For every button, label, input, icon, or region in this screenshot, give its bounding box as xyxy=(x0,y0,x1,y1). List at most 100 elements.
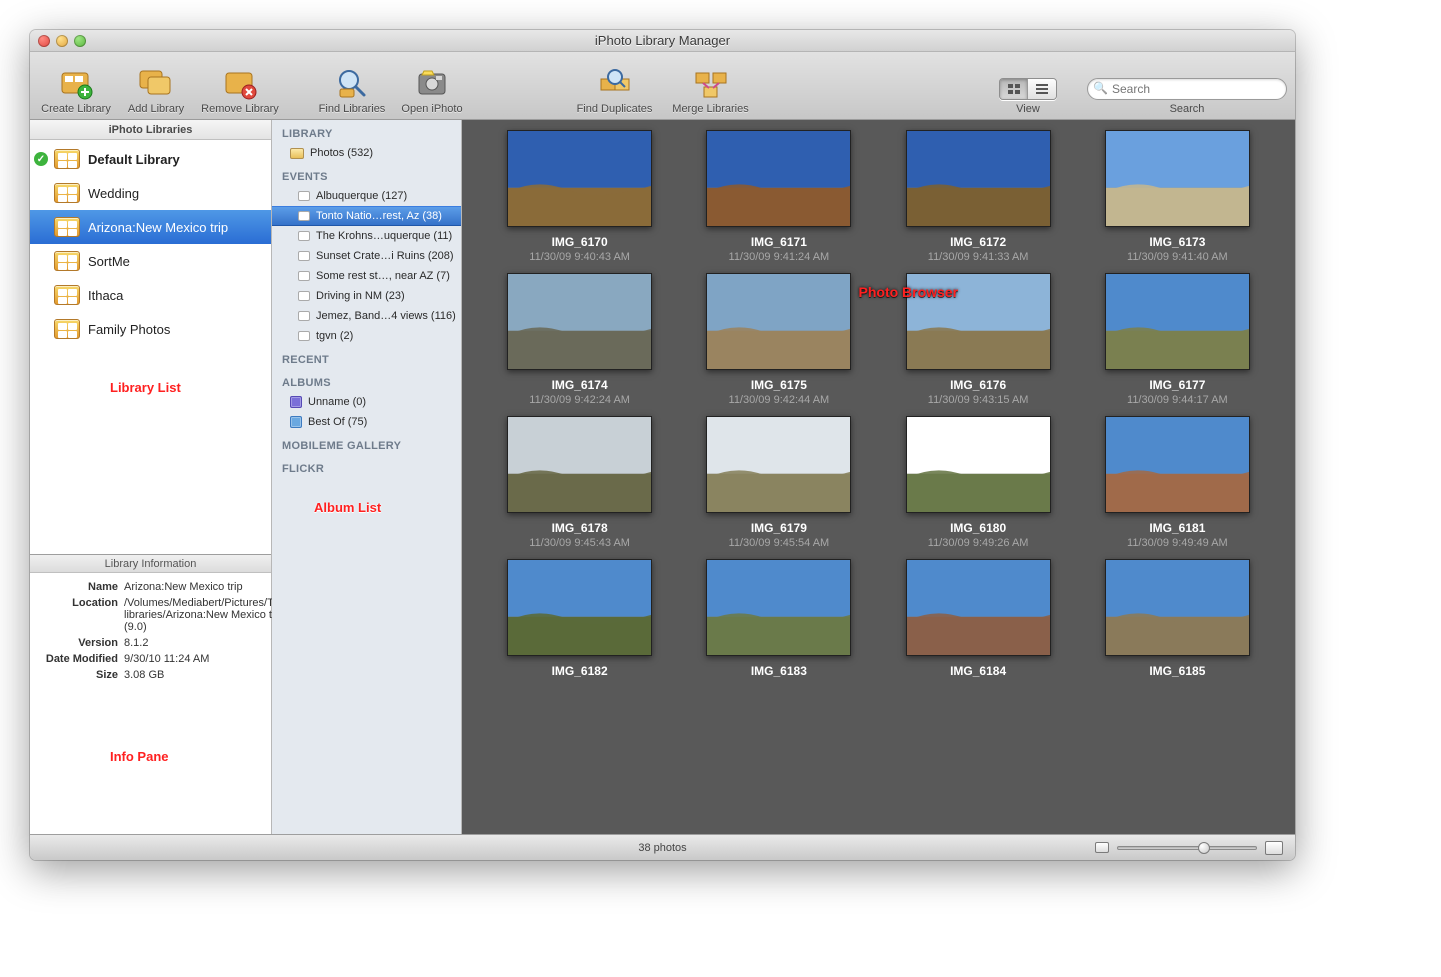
annotation-library-list: Library List xyxy=(110,380,181,395)
library-row[interactable]: Arizona:New Mexico trip xyxy=(30,210,271,244)
photo-date: 11/30/09 9:40:43 AM xyxy=(529,251,630,263)
event-icon xyxy=(298,331,310,341)
open-iphoto-button[interactable]: Open iPhoto xyxy=(400,65,464,115)
event-row[interactable]: Tonto Natio…rest, Az (38) xyxy=(272,206,461,226)
info-pane-header: Library Information xyxy=(30,555,271,573)
album-row[interactable]: Best Of (75) xyxy=(272,412,461,432)
library-row[interactable]: Family Photos xyxy=(30,312,271,346)
section-albums: ALBUMS xyxy=(272,369,461,392)
library-row[interactable]: Wedding xyxy=(30,176,271,210)
library-list-header: iPhoto Libraries xyxy=(30,120,271,140)
add-library-button[interactable]: Add Library xyxy=(124,65,188,115)
event-label: The Krohns…uquerque (11) xyxy=(316,230,452,242)
library-list-pane: iPhoto Libraries ✓Default LibraryWedding… xyxy=(30,120,272,834)
photo-cell[interactable]: IMG_617311/30/09 9:41:40 AM xyxy=(1090,130,1265,263)
photo-thumbnail[interactable] xyxy=(906,416,1051,513)
annotation-info-pane: Info Pane xyxy=(110,749,169,764)
photo-thumbnail[interactable] xyxy=(906,559,1051,656)
photo-thumbnail[interactable] xyxy=(507,416,652,513)
photo-name: IMG_6185 xyxy=(1149,664,1205,678)
toolbar: Create Library Add Library Remove Librar… xyxy=(30,52,1295,120)
photo-date: 11/30/09 9:42:44 AM xyxy=(729,394,830,406)
library-row[interactable]: ✓Default Library xyxy=(30,142,271,176)
album-row[interactable]: Unname (0) xyxy=(272,392,461,412)
source-photos[interactable]: Photos (532) xyxy=(272,143,461,163)
event-row[interactable]: tgvn (2) xyxy=(272,326,461,346)
photo-cell[interactable]: IMG_6183 xyxy=(691,559,866,678)
find-libraries-button[interactable]: Find Libraries xyxy=(314,65,390,115)
photo-name: IMG_6181 xyxy=(1149,521,1205,535)
library-row[interactable]: Ithaca xyxy=(30,278,271,312)
library-icon xyxy=(54,149,80,169)
photo-thumbnail[interactable] xyxy=(706,416,851,513)
info-pane: Library Information NameArizona:New Mexi… xyxy=(30,554,271,834)
photo-cell[interactable]: IMG_617711/30/09 9:44:17 AM xyxy=(1090,273,1265,406)
event-row[interactable]: Jemez, Band…4 views (116) xyxy=(272,306,461,326)
photo-cell[interactable]: IMG_617411/30/09 9:42:24 AM xyxy=(492,273,667,406)
photo-date: 11/30/09 9:45:43 AM xyxy=(529,537,630,549)
create-library-button[interactable]: Create Library xyxy=(38,65,114,115)
photo-name: IMG_6183 xyxy=(751,664,807,678)
merge-libraries-button[interactable]: Merge Libraries xyxy=(668,65,754,115)
library-icon xyxy=(54,183,80,203)
add-library-icon xyxy=(138,65,174,101)
photo-cell[interactable]: IMG_617211/30/09 9:41:33 AM xyxy=(891,130,1066,263)
zoom-slider-thumb[interactable] xyxy=(1198,842,1210,854)
photo-browser[interactable]: Photo Browser IMG_617011/30/09 9:40:43 A… xyxy=(462,120,1295,834)
photo-cell[interactable]: IMG_617811/30/09 9:45:43 AM xyxy=(492,416,667,549)
zoom-icon[interactable] xyxy=(74,35,86,47)
photo-thumbnail[interactable] xyxy=(507,559,652,656)
event-row[interactable]: Some rest st…, near AZ (7) xyxy=(272,266,461,286)
photo-thumbnail[interactable] xyxy=(1105,273,1250,370)
photo-cell[interactable]: IMG_617511/30/09 9:42:44 AM xyxy=(691,273,866,406)
event-label: Sunset Crate…i Ruins (208) xyxy=(316,250,454,262)
open-iphoto-icon xyxy=(414,65,450,101)
photo-date: 11/30/09 9:49:26 AM xyxy=(928,537,1029,549)
event-row[interactable]: The Krohns…uquerque (11) xyxy=(272,226,461,246)
photo-thumbnail[interactable] xyxy=(507,130,652,227)
close-icon[interactable] xyxy=(38,35,50,47)
remove-library-button[interactable]: Remove Library xyxy=(198,65,282,115)
search-input[interactable] xyxy=(1087,78,1287,100)
library-name: SortMe xyxy=(88,254,130,269)
photo-thumbnail[interactable] xyxy=(1105,559,1250,656)
photo-cell[interactable]: IMG_618111/30/09 9:49:49 AM xyxy=(1090,416,1265,549)
photo-thumbnail[interactable] xyxy=(1105,416,1250,513)
event-row[interactable]: Sunset Crate…i Ruins (208) xyxy=(272,246,461,266)
photo-thumbnail[interactable] xyxy=(706,130,851,227)
event-row[interactable]: Driving in NM (23) xyxy=(272,286,461,306)
zoom-slider[interactable] xyxy=(1117,846,1257,850)
find-duplicates-button[interactable]: Find Duplicates xyxy=(572,65,658,115)
minimize-icon[interactable] xyxy=(56,35,68,47)
album-icon xyxy=(290,396,302,408)
photo-cell[interactable]: IMG_6185 xyxy=(1090,559,1265,678)
merge-libraries-icon xyxy=(693,65,729,101)
photo-cell[interactable]: IMG_617111/30/09 9:41:24 AM xyxy=(691,130,866,263)
photo-date: 11/30/09 9:45:54 AM xyxy=(729,537,830,549)
photo-thumbnail[interactable] xyxy=(906,130,1051,227)
photo-date: 11/30/09 9:42:24 AM xyxy=(529,394,630,406)
view-list-button[interactable] xyxy=(1028,79,1056,99)
event-icon xyxy=(298,231,310,241)
photo-cell[interactable]: IMG_618011/30/09 9:49:26 AM xyxy=(891,416,1066,549)
library-icon xyxy=(54,251,80,271)
photo-name: IMG_6184 xyxy=(950,664,1006,678)
section-library: LIBRARY xyxy=(272,120,461,143)
event-icon xyxy=(298,291,310,301)
photo-thumbnail[interactable] xyxy=(1105,130,1250,227)
photo-thumbnail[interactable] xyxy=(706,559,851,656)
library-name: Default Library xyxy=(88,152,180,167)
photo-thumbnail[interactable] xyxy=(706,273,851,370)
photo-cell[interactable]: IMG_617911/30/09 9:45:54 AM xyxy=(691,416,866,549)
photo-cell[interactable]: IMG_6184 xyxy=(891,559,1066,678)
photo-thumbnail[interactable] xyxy=(507,273,652,370)
library-row[interactable]: SortMe xyxy=(30,244,271,278)
library-icon xyxy=(54,217,80,237)
photo-cell[interactable]: IMG_6182 xyxy=(492,559,667,678)
find-libraries-icon xyxy=(334,65,370,101)
event-label: Jemez, Band…4 views (116) xyxy=(316,310,456,322)
photo-cell[interactable]: IMG_617011/30/09 9:40:43 AM xyxy=(492,130,667,263)
view-grid-button[interactable] xyxy=(1000,79,1028,99)
photo-date: 11/30/09 9:43:15 AM xyxy=(928,394,1029,406)
event-row[interactable]: Albuquerque (127) xyxy=(272,186,461,206)
